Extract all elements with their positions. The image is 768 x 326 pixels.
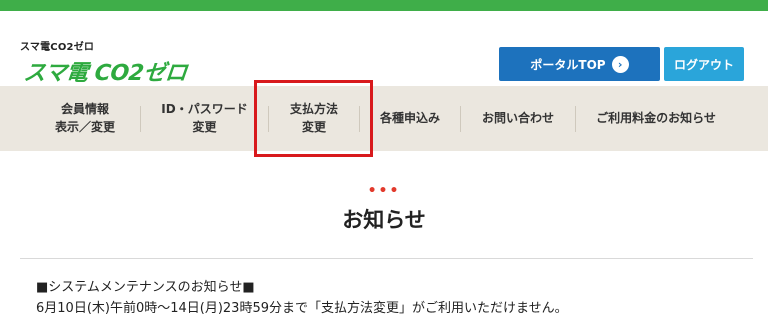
nav-item-contact[interactable]: お問い合わせ	[461, 86, 575, 151]
nav-item-id-password[interactable]: ID・パスワード 変更	[141, 86, 268, 151]
top-accent-bar	[0, 0, 768, 11]
nav-item-payment-method[interactable]: 支払方法 変更	[269, 86, 359, 151]
brand-subtitle: スマ電CO2ゼロ	[20, 42, 95, 53]
nav-item-billing-notice[interactable]: ご利用料金のお知らせ	[576, 86, 736, 151]
portal-top-button[interactable]: ポータルTOP ›	[499, 47, 660, 81]
portal-top-label: ポータルTOP	[530, 57, 606, 72]
nav-item-applications[interactable]: 各種申込み	[360, 86, 460, 151]
notice-heading: ■システムメンテナンスのお知らせ■	[36, 280, 255, 295]
nav-item-member-info[interactable]: 会員情報 表示／変更	[30, 86, 140, 151]
notice-body: 6月10日(木)午前0時～14日(月)23時59分まで「支払方法変更」がご利用い…	[36, 301, 568, 316]
chevron-right-circle-icon: ›	[611, 55, 629, 73]
site-logo[interactable]: スマ電 CO2ゼロ	[22, 55, 188, 87]
title-decoration-dots: •••	[367, 183, 401, 199]
page-title: お知らせ	[342, 208, 426, 232]
main-nav: 会員情報 表示／変更 ID・パスワード 変更 支払方法 変更 各種申込み お問い…	[0, 86, 768, 151]
content-divider	[20, 258, 753, 259]
logout-button[interactable]: ログアウト	[664, 47, 744, 81]
